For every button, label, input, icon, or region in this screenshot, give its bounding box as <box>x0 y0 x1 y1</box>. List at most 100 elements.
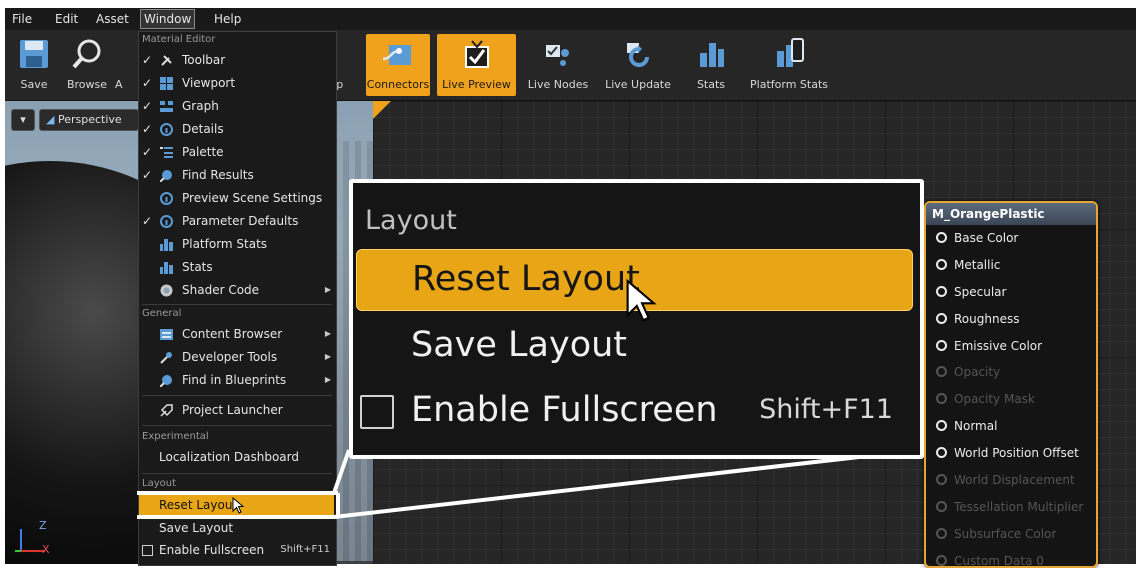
material-pin[interactable]: World Position Offset <box>926 440 1096 467</box>
material-pin[interactable]: Roughness <box>926 306 1096 333</box>
live-preview-button[interactable]: Live Preview <box>437 34 516 96</box>
material-pin[interactable]: Metallic <box>926 252 1096 279</box>
pin-connector-icon[interactable] <box>936 312 947 324</box>
submenu-arrow-icon: ▶ <box>324 352 331 361</box>
menu-help[interactable]: Help <box>211 10 244 28</box>
menu-item-developer-tools[interactable]: Developer Tools ▶ <box>139 346 334 368</box>
save-button[interactable]: Save <box>11 34 57 96</box>
menu-item-label: Palette <box>182 145 224 159</box>
menu-item-details[interactable]: ✓ Details <box>139 118 334 140</box>
material-pin[interactable]: Custom Data 0 <box>926 548 1096 566</box>
live-nodes-button[interactable]: Live Nodes <box>523 34 593 96</box>
menu-item-project-launcher[interactable]: Project Launcher <box>139 399 334 421</box>
material-pin[interactable]: Opacity Mask <box>926 386 1096 413</box>
live-preview-label: Live Preview <box>442 78 511 91</box>
checkbox-unchecked-icon <box>142 545 153 556</box>
menu-item-label: Preview Scene Settings <box>182 191 323 205</box>
save-icon <box>20 40 48 68</box>
submenu-arrow-icon: ▶ <box>324 285 331 294</box>
menu-item-graph[interactable]: ✓ Graph <box>139 95 334 117</box>
menu-item-enable-fullscreen[interactable]: Enable Fullscreen Shift+F11 <box>139 539 334 561</box>
details-icon <box>160 123 173 136</box>
checkmark-icon: ✓ <box>142 168 153 182</box>
menu-window[interactable]: Window <box>140 9 196 29</box>
pin-connector-icon[interactable] <box>936 420 947 432</box>
pin-label: World Position Offset <box>954 446 1079 461</box>
browse-label: Browse <box>66 78 108 91</box>
menu-separator <box>142 425 332 426</box>
material-pin[interactable]: Tessellation Multiplier <box>926 494 1096 521</box>
menu-file[interactable]: File <box>9 10 35 28</box>
pin-connector-icon[interactable] <box>936 339 947 351</box>
stats-button[interactable]: Stats <box>689 34 733 96</box>
callout-enable-fullscreen[interactable]: Enable Fullscreen Shift+F11 <box>356 381 911 441</box>
menu-item-label: Project Launcher <box>182 403 283 417</box>
menu-separator <box>142 473 332 474</box>
menu-item-shader-code[interactable]: Shader Code ▶ <box>139 279 334 301</box>
developer-tools-icon <box>160 352 172 364</box>
menu-item-stats[interactable]: Stats <box>139 256 334 278</box>
pin-connector-icon[interactable] <box>936 258 947 270</box>
pin-connector-icon[interactable] <box>936 474 947 486</box>
menu-item-content-browser[interactable]: Content Browser ▶ <box>139 323 334 345</box>
pin-connector-icon[interactable] <box>936 554 947 566</box>
menu-item-label: Reset Layout <box>159 498 238 512</box>
pin-connector-icon[interactable] <box>936 285 947 297</box>
menu-item-save-layout[interactable]: Save Layout <box>139 517 334 539</box>
content-browser-icon <box>160 329 173 340</box>
stats-icon <box>160 262 173 274</box>
material-pin[interactable]: Subsurface Color <box>926 521 1096 548</box>
live-preview-icon <box>464 40 489 68</box>
callout-item-label: Save Layout <box>411 325 628 365</box>
stats-label: Stats <box>696 78 726 91</box>
material-pin[interactable]: Base Color <box>926 225 1096 252</box>
callout-item-label: Reset Layout <box>412 259 640 299</box>
menu-item-find-results[interactable]: ✓ Find Results <box>139 164 334 186</box>
menu-item-localization-dashboard[interactable]: Localization Dashboard <box>139 446 334 468</box>
shader-icon <box>160 284 173 297</box>
pin-label: Emissive Color <box>954 338 1043 353</box>
pin-connector-icon[interactable] <box>936 393 947 405</box>
zoomed-layout-callout: Layout Reset Layout Save Layout Enable F… <box>349 179 924 459</box>
pin-connector-icon[interactable] <box>936 366 947 378</box>
platform-stats-button[interactable]: Platform Stats <box>745 34 833 96</box>
details-icon <box>160 192 173 205</box>
menu-asset[interactable]: Asset <box>93 10 132 28</box>
menu-item-parameter-defaults[interactable]: ✓ Parameter Defaults <box>139 210 334 232</box>
material-pin[interactable]: Emissive Color <box>926 333 1096 360</box>
menu-item-find-in-blueprints[interactable]: Find in Blueprints ▶ <box>139 369 334 391</box>
material-pin[interactable]: Normal <box>926 413 1096 440</box>
menu-item-label: Developer Tools <box>182 350 278 364</box>
material-pin[interactable]: Specular <box>926 279 1096 306</box>
apply-button[interactable]: A <box>115 34 137 96</box>
material-node[interactable]: M_OrangePlastic Base Color Metallic Specul… <box>924 201 1098 568</box>
menu-item-palette[interactable]: ✓ Palette <box>139 141 334 163</box>
material-pin[interactable]: World Displacement <box>926 467 1096 494</box>
connectors-button[interactable]: Connectors <box>366 34 430 96</box>
menu-item-platform-stats[interactable]: Platform Stats <box>139 233 334 255</box>
perspective-button[interactable]: ◢ Perspective <box>39 109 139 131</box>
menu-item-preview-scene-settings[interactable]: Preview Scene Settings <box>139 187 334 209</box>
menu-separator <box>142 395 332 396</box>
section-layout: Layout <box>142 478 176 489</box>
axis-z-label: Z <box>39 519 47 532</box>
menu-item-label: Shader Code <box>182 283 260 297</box>
menu-item-label: Find in Blueprints <box>182 373 287 387</box>
section-general: General <box>142 308 182 319</box>
pin-connector-icon[interactable] <box>936 232 947 243</box>
live-update-icon <box>627 43 649 67</box>
menu-item-viewport[interactable]: ✓ Viewport <box>139 72 334 94</box>
checkmark-icon: ✓ <box>142 122 153 136</box>
material-pin[interactable]: Opacity <box>926 359 1096 386</box>
viewport-options-button[interactable]: ▾ <box>11 109 35 131</box>
launcher-icon <box>160 404 173 417</box>
pin-connector-icon[interactable] <box>936 500 947 512</box>
live-update-button[interactable]: Live Update <box>601 34 675 96</box>
menu-edit[interactable]: Edit <box>52 10 81 28</box>
pin-connector-icon[interactable] <box>936 447 947 459</box>
menu-item-toolbar[interactable]: ✓ Toolbar <box>139 49 334 71</box>
browse-button[interactable]: Browse <box>63 34 111 96</box>
menu-item-label: Enable Fullscreen <box>159 543 265 557</box>
pin-label: Subsurface Color <box>954 526 1057 541</box>
pin-connector-icon[interactable] <box>936 527 947 539</box>
